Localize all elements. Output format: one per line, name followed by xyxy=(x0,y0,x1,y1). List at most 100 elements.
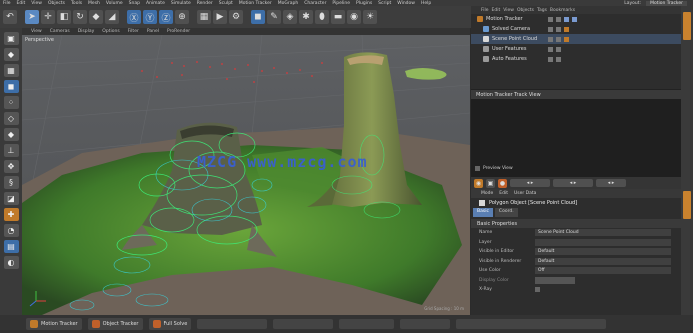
rotate-icon[interactable]: ↻ xyxy=(73,10,87,24)
display-color-swatch[interactable] xyxy=(535,276,575,284)
undo-icon[interactable]: ↶ xyxy=(3,10,17,24)
om-menu-edit[interactable]: Edit xyxy=(492,8,501,13)
polygons-mode-icon[interactable]: ◆ xyxy=(3,128,19,141)
menu-view[interactable]: View xyxy=(28,1,45,6)
object-tracker-button[interactable]: Object Tracker xyxy=(87,318,143,330)
motion-tracker-button[interactable]: Motion Tracker xyxy=(26,318,82,330)
object-row-auto-features[interactable]: Auto Features xyxy=(471,54,681,64)
menu-animate[interactable]: Animate xyxy=(143,1,168,6)
make-editable-icon[interactable]: ▣ xyxy=(3,32,19,45)
viewport-menu-view[interactable]: View xyxy=(28,29,45,34)
z-axis-icon[interactable]: Ⓩ xyxy=(159,10,173,24)
use-color-dropdown[interactable]: Off xyxy=(535,267,671,275)
perspective-viewport[interactable]: Perspective MZCG www.mzcg.com Grid Spaci… xyxy=(22,35,470,315)
menu-script[interactable]: Script xyxy=(375,1,394,6)
menu-snap[interactable]: Snap xyxy=(126,1,143,6)
lock-workplane-icon[interactable]: ✚ xyxy=(3,208,19,221)
layout-value[interactable]: Motion Tracker xyxy=(646,0,687,6)
render-settings-icon[interactable]: ⚙ xyxy=(229,10,243,24)
light-icon[interactable]: ☀ xyxy=(363,10,377,24)
menu-tools[interactable]: Tools xyxy=(68,1,85,6)
menu-character[interactable]: Character xyxy=(301,1,329,6)
frame-icon[interactable]: ▣ xyxy=(486,178,495,188)
om-menu-bookmarks[interactable]: Bookmarks xyxy=(550,8,575,13)
model-mode-icon[interactable]: ◆ xyxy=(3,48,19,61)
menu-mesh[interactable]: Mesh xyxy=(85,1,103,6)
record-icon[interactable]: ● xyxy=(498,178,507,188)
side-tab-objects[interactable] xyxy=(683,12,691,40)
object-row-scene-point-cloud[interactable]: Scene Point Cloud xyxy=(471,34,681,44)
snap-icon[interactable]: § xyxy=(3,176,19,189)
viewport-menu-filter[interactable]: Filter xyxy=(125,29,142,34)
viewport-menu-display[interactable]: Display xyxy=(75,29,98,34)
points-mode-icon[interactable]: ⁘ xyxy=(3,96,19,109)
pen-icon[interactable]: ✎ xyxy=(267,10,281,24)
menu-volume[interactable]: Volume xyxy=(103,1,126,6)
grid-icon[interactable]: ▤ xyxy=(3,240,19,253)
name-field[interactable]: Scene Point Cloud xyxy=(535,229,671,237)
track-tool-2[interactable]: ◂ ▸ xyxy=(553,179,593,187)
attr-menu-edit[interactable]: Edit xyxy=(499,191,508,196)
deformer-icon[interactable]: ⬮ xyxy=(315,10,329,24)
om-menu-view[interactable]: View xyxy=(503,8,514,13)
preview-checkbox[interactable] xyxy=(475,166,480,171)
camera-icon[interactable]: ◉ xyxy=(347,10,361,24)
track-tool-1[interactable]: ◂ ▸ xyxy=(510,179,550,187)
om-menu-tags[interactable]: Tags xyxy=(537,8,547,13)
cube-icon[interactable]: ◼ xyxy=(251,10,265,24)
menu-pipeline[interactable]: Pipeline xyxy=(329,1,353,6)
side-tab-attributes[interactable] xyxy=(683,191,691,219)
live-selection-icon[interactable]: ◆ xyxy=(89,10,103,24)
object-mode-icon[interactable]: ◼ xyxy=(3,80,19,93)
tweak-mode-icon[interactable]: ✥ xyxy=(3,160,19,173)
viewport-menu-options[interactable]: Options xyxy=(99,29,122,34)
menu-file[interactable]: File xyxy=(0,1,14,6)
visible-editor-dropdown[interactable]: Default xyxy=(535,248,671,256)
object-row-user-features[interactable]: User Features xyxy=(471,44,681,54)
subdivision-icon[interactable]: ◈ xyxy=(283,10,297,24)
menu-sculpt[interactable]: Sculpt xyxy=(216,1,236,6)
render-view-icon[interactable]: ▦ xyxy=(197,10,211,24)
x-axis-icon[interactable]: Ⓧ xyxy=(127,10,141,24)
object-row-solved-camera[interactable]: Solved Camera xyxy=(471,24,681,34)
attr-menu-mode[interactable]: Mode xyxy=(481,191,493,196)
coordinate-system-icon[interactable]: ⊕ xyxy=(175,10,189,24)
select-icon[interactable]: ➤ xyxy=(25,10,39,24)
menu-motion-tracker[interactable]: Motion Tracker xyxy=(236,1,275,6)
menu-simulate[interactable]: Simulate xyxy=(168,1,194,6)
object-row-motion-tracker[interactable]: Motion Tracker xyxy=(471,14,681,24)
menu-edit[interactable]: Edit xyxy=(14,1,29,6)
soft-selection-icon[interactable]: ◐ xyxy=(3,256,19,269)
tab-basic[interactable]: Basic xyxy=(473,208,493,217)
viewport-menu-prorender[interactable]: ProRender xyxy=(164,29,193,34)
render-picture-viewer-icon[interactable]: ▶ xyxy=(213,10,227,24)
edges-mode-icon[interactable]: ◇ xyxy=(3,112,19,125)
move-icon[interactable]: ✛ xyxy=(41,10,55,24)
menu-objects[interactable]: Objects xyxy=(45,1,68,6)
axis-mode-icon[interactable]: ⊥ xyxy=(3,144,19,157)
om-menu-file[interactable]: File xyxy=(481,8,489,13)
array-icon[interactable]: ✱ xyxy=(299,10,313,24)
viewport-menu-cameras[interactable]: Cameras xyxy=(47,29,73,34)
recent-tool-icon[interactable]: ◢ xyxy=(105,10,119,24)
menu-plugins[interactable]: Plugins xyxy=(353,1,375,6)
workplane-icon[interactable]: ◪ xyxy=(3,192,19,205)
viewport-menu-panel[interactable]: Panel xyxy=(144,29,162,34)
scale-icon[interactable]: ◧ xyxy=(57,10,71,24)
menu-render[interactable]: Render xyxy=(194,1,216,6)
motion-tracker-tool-icon[interactable]: ◉ xyxy=(474,178,483,188)
om-menu-objects[interactable]: Objects xyxy=(517,8,534,13)
track-tool-3[interactable]: ◂ ▸ xyxy=(596,179,626,187)
xray-checkbox[interactable] xyxy=(535,287,540,293)
solo-icon[interactable]: ◔ xyxy=(3,224,19,237)
track-view[interactable]: Preview View xyxy=(471,99,681,177)
full-solve-button[interactable]: Full Solve xyxy=(148,318,192,330)
y-axis-icon[interactable]: Ⓨ xyxy=(143,10,157,24)
texture-mode-icon[interactable]: ▦ xyxy=(3,64,19,77)
menu-mograph[interactable]: MoGraph xyxy=(275,1,301,6)
tab-coord[interactable]: Coord. xyxy=(494,208,518,217)
attr-menu-user-data[interactable]: User Data xyxy=(514,191,536,196)
layer-field[interactable] xyxy=(535,238,671,246)
floor-icon[interactable]: ▬ xyxy=(331,10,345,24)
visible-renderer-dropdown[interactable]: Default xyxy=(535,257,671,265)
